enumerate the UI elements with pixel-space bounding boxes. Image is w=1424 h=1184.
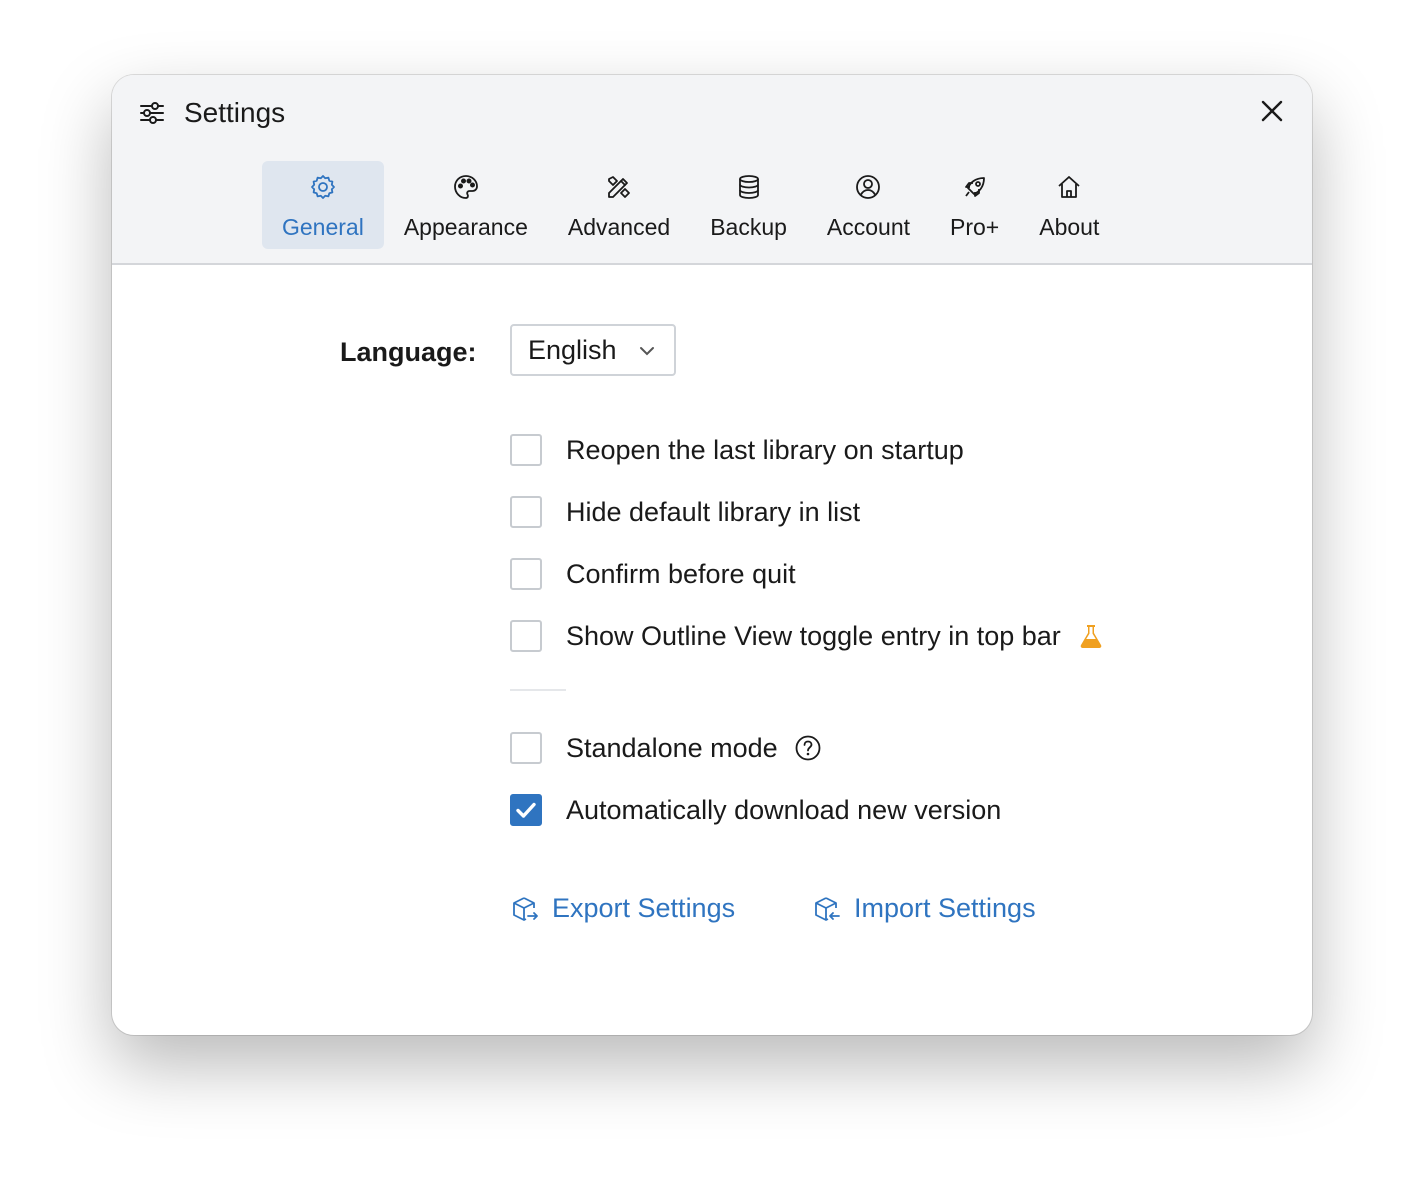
- gear-icon: [311, 175, 335, 199]
- option-label: Show Outline View toggle entry in top ba…: [566, 620, 1061, 651]
- option-label: Automatically download new version: [566, 794, 1002, 825]
- tab-account[interactable]: Account: [807, 161, 930, 249]
- tab-label: General: [282, 214, 364, 240]
- checkbox[interactable]: [510, 434, 542, 466]
- option-show-outline-toggle: Show Outline View toggle entry in top ba…: [510, 619, 1105, 653]
- palette-icon: [453, 175, 478, 199]
- settings-window: Settings General Appearance Advanced Bac…: [112, 75, 1312, 1035]
- option-label: Hide default library in list: [566, 496, 861, 527]
- option-label: Standalone mode: [566, 732, 778, 763]
- checkbox[interactable]: [510, 620, 542, 652]
- home-icon: [1058, 176, 1080, 198]
- database-icon: [738, 175, 759, 199]
- import-settings-link[interactable]: Import Settings: [812, 893, 1036, 924]
- option-hide-default-library: Hide default library in list: [510, 495, 860, 529]
- export-settings-link[interactable]: Export Settings: [510, 893, 735, 924]
- option-standalone-mode: Standalone mode: [510, 731, 822, 765]
- tab-advanced[interactable]: Advanced: [548, 161, 690, 249]
- option-auto-download: Automatically download new version: [510, 793, 1001, 827]
- language-value: English: [528, 334, 617, 365]
- close-icon[interactable]: [1258, 97, 1286, 125]
- tab-appearance[interactable]: Appearance: [384, 161, 548, 249]
- question-circle-icon[interactable]: [794, 734, 822, 762]
- box-import-icon: [815, 896, 840, 921]
- option-reopen-last-library: Reopen the last library on startup: [510, 433, 964, 467]
- box-export-icon: [513, 896, 538, 921]
- tab-label: Appearance: [403, 214, 528, 240]
- checkbox[interactable]: [510, 496, 542, 528]
- import-settings-label: Import Settings: [854, 893, 1036, 923]
- settings-tabs: General Appearance Advanced Backup Accou…: [262, 161, 1119, 249]
- language-label: Language:: [340, 337, 477, 367]
- checkbox[interactable]: [510, 558, 542, 590]
- flask-icon: [1080, 625, 1102, 648]
- tab-label: Pro+: [950, 214, 1000, 240]
- user-circle-icon: [856, 175, 881, 199]
- sliders-icon: [140, 102, 164, 124]
- settings-header: Settings General Appearance Advanced Bac…: [112, 75, 1312, 265]
- divider: [510, 689, 566, 691]
- rocket-icon: [964, 177, 985, 197]
- option-confirm-before-quit: Confirm before quit: [510, 557, 796, 591]
- chevron-down-icon: [640, 347, 654, 356]
- tab-backup[interactable]: Backup: [690, 161, 807, 249]
- tab-label: Backup: [710, 214, 787, 240]
- tab-label: Account: [826, 214, 911, 240]
- checkmark-icon: [516, 802, 536, 818]
- window-title: Settings: [184, 97, 286, 128]
- language-select[interactable]: English: [510, 324, 676, 376]
- checkbox-checked[interactable]: [510, 794, 542, 826]
- tab-about[interactable]: About: [1019, 161, 1119, 249]
- checkbox[interactable]: [510, 732, 542, 764]
- option-label: Confirm before quit: [566, 558, 796, 589]
- tools-icon: [608, 176, 630, 198]
- tab-pro-plus[interactable]: Pro+: [930, 161, 1019, 249]
- tab-label: About: [1039, 214, 1100, 240]
- option-label: Reopen the last library on startup: [566, 434, 964, 465]
- tab-general[interactable]: General: [262, 161, 384, 249]
- tab-label: Advanced: [567, 214, 671, 240]
- export-settings-label: Export Settings: [552, 893, 736, 923]
